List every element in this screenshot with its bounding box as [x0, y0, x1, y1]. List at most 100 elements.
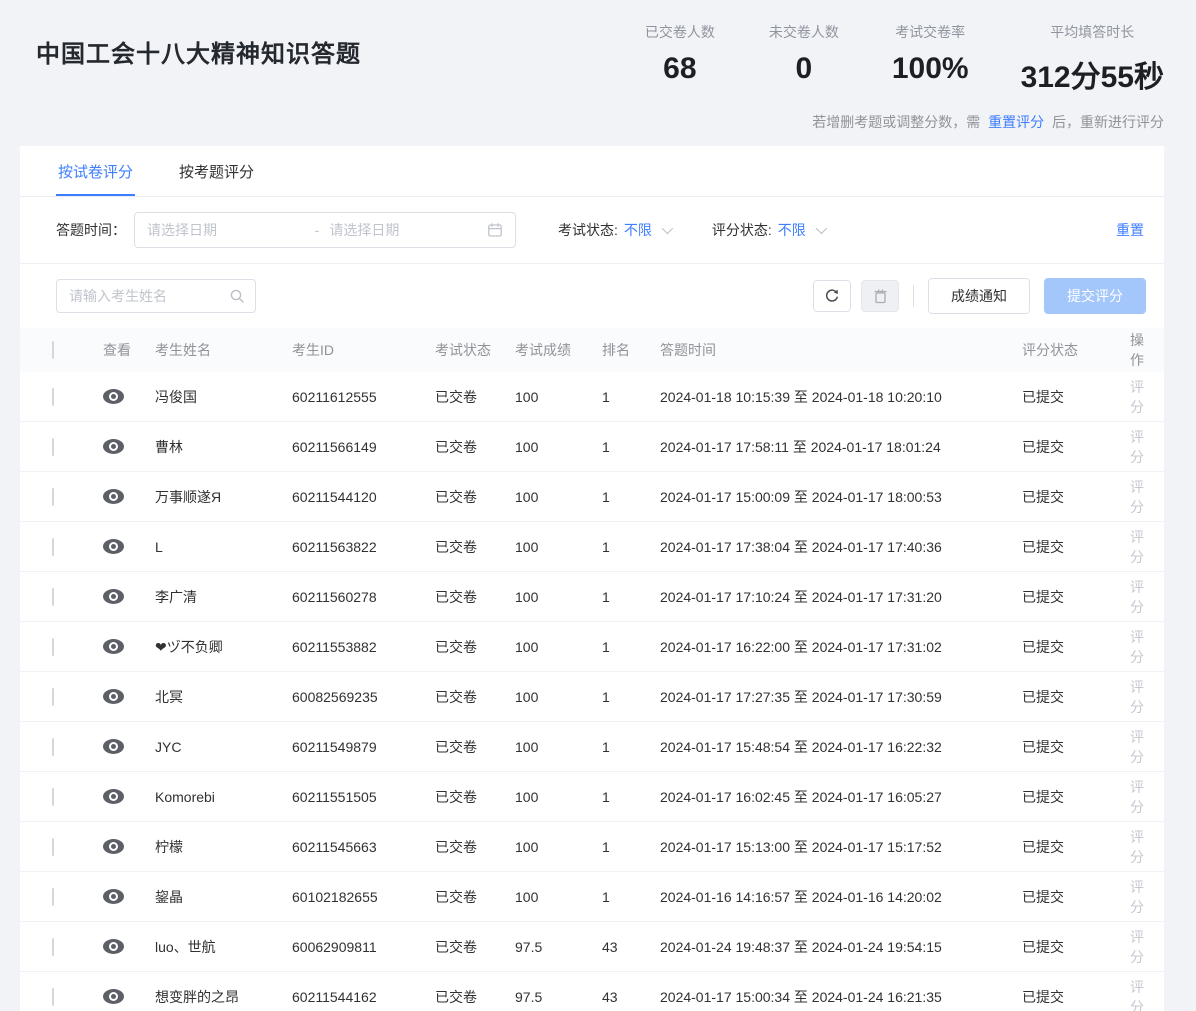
candidate-name: ❤ヅ不负卿	[155, 637, 292, 657]
exam-score: 100	[515, 439, 602, 455]
submit-grading-button[interactable]: 提交评分	[1044, 278, 1146, 314]
grade-action-link[interactable]: 评分	[1130, 779, 1144, 815]
exam-status: 已交卷	[435, 937, 515, 957]
row-checkbox[interactable]	[52, 438, 54, 456]
grade-action-link[interactable]: 评分	[1130, 629, 1144, 665]
grading-status: 已提交	[1022, 437, 1118, 457]
exam-status-select[interactable]: 考试状态: 不限	[558, 220, 670, 240]
grade-action-link[interactable]: 评分	[1130, 979, 1144, 1011]
grading-status: 已提交	[1022, 687, 1118, 707]
grading-status: 已提交	[1022, 937, 1118, 957]
grade-action-link[interactable]: 评分	[1130, 479, 1144, 515]
answer-time-label: 答题时间：	[56, 220, 126, 240]
row-checkbox[interactable]	[52, 638, 54, 656]
candidate-id: 60211545663	[292, 839, 435, 855]
score-notify-button[interactable]: 成绩通知	[928, 278, 1030, 314]
page-header: 中国工会十八大精神知识答题 已交卷人数 68 未交卷人数 0 考试交卷率 100…	[0, 0, 1196, 96]
grade-action-link[interactable]: 评分	[1130, 529, 1144, 565]
grading-status-select[interactable]: 评分状态: 不限	[712, 220, 824, 240]
view-eye-icon[interactable]	[103, 389, 124, 404]
select-all-checkbox[interactable]	[52, 341, 54, 359]
stat-label: 未交卷人数	[768, 22, 840, 42]
grade-action-link[interactable]: 评分	[1130, 429, 1144, 465]
view-eye-icon[interactable]	[103, 989, 124, 1004]
row-checkbox[interactable]	[52, 488, 54, 506]
exam-score: 100	[515, 839, 602, 855]
stat-value: 312分55秒	[1021, 52, 1164, 96]
view-eye-icon[interactable]	[103, 639, 124, 654]
chevron-down-icon	[662, 223, 673, 234]
row-checkbox[interactable]	[52, 538, 54, 556]
candidate-id: 60211544120	[292, 489, 435, 505]
row-checkbox[interactable]	[52, 588, 54, 606]
view-eye-icon[interactable]	[103, 539, 124, 554]
grade-action-link[interactable]: 评分	[1130, 929, 1144, 965]
rank: 1	[602, 439, 660, 455]
exam-status-value: 不限	[624, 220, 652, 240]
candidate-id: 60211549879	[292, 739, 435, 755]
reset-score-link[interactable]: 重置评分	[988, 114, 1044, 130]
row-checkbox[interactable]	[52, 888, 54, 906]
grade-action-link[interactable]: 评分	[1130, 379, 1144, 415]
stat-submitted: 已交卷人数 68	[644, 22, 716, 86]
col-header-name: 考生姓名	[155, 340, 292, 360]
view-eye-icon[interactable]	[103, 839, 124, 854]
search-input[interactable]	[69, 288, 229, 304]
row-checkbox[interactable]	[52, 688, 54, 706]
row-checkbox[interactable]	[52, 738, 54, 756]
answer-time: 2024-01-17 15:00:09 至 2024-01-17 18:00:5…	[660, 487, 1022, 507]
table-header-row: 查看 考生姓名 考生ID 考试状态 考试成绩 排名 答题时间 评分状态 操作	[20, 328, 1164, 372]
grading-status: 已提交	[1022, 787, 1118, 807]
delete-button[interactable]	[861, 280, 899, 312]
view-eye-icon[interactable]	[103, 789, 124, 804]
row-checkbox[interactable]	[52, 388, 54, 406]
exam-status: 已交卷	[435, 837, 515, 857]
candidate-id: 60211544162	[292, 989, 435, 1005]
view-eye-icon[interactable]	[103, 489, 124, 504]
rank: 1	[602, 739, 660, 755]
note-suffix: 后，重新进行评分	[1052, 114, 1164, 130]
view-eye-icon[interactable]	[103, 439, 124, 454]
toolbar-row: 成绩通知 提交评分	[20, 264, 1164, 328]
exam-status: 已交卷	[435, 637, 515, 657]
grade-action-link[interactable]: 评分	[1130, 579, 1144, 615]
answer-time: 2024-01-17 15:13:00 至 2024-01-17 15:17:5…	[660, 837, 1022, 857]
search-icon[interactable]	[229, 288, 245, 304]
tab-grade-by-paper[interactable]: 按试卷评分	[56, 146, 135, 196]
col-header-rank: 排名	[602, 340, 660, 360]
answer-time: 2024-01-24 19:48:37 至 2024-01-24 19:54:1…	[660, 937, 1022, 957]
exam-status-label: 考试状态:	[558, 220, 618, 240]
answer-time: 2024-01-17 15:00:34 至 2024-01-24 16:21:3…	[660, 987, 1022, 1007]
grade-action-link[interactable]: 评分	[1130, 879, 1144, 915]
candidate-id: 60211551505	[292, 789, 435, 805]
view-eye-icon[interactable]	[103, 689, 124, 704]
candidate-name: 李广清	[155, 587, 292, 607]
date-start-placeholder[interactable]: 请选择日期	[147, 220, 305, 240]
grading-status: 已提交	[1022, 487, 1118, 507]
reset-filters-link[interactable]: 重置	[1116, 220, 1144, 240]
candidate-name: 柠檬	[155, 837, 292, 857]
row-checkbox[interactable]	[52, 788, 54, 806]
row-checkbox[interactable]	[52, 988, 54, 1006]
col-header-score: 考试成绩	[515, 340, 602, 360]
view-eye-icon[interactable]	[103, 939, 124, 954]
date-range-picker[interactable]: 请选择日期 - 请选择日期	[134, 212, 516, 248]
refresh-button[interactable]	[813, 280, 851, 312]
date-end-placeholder[interactable]: 请选择日期	[329, 220, 487, 240]
view-eye-icon[interactable]	[103, 739, 124, 754]
row-checkbox[interactable]	[52, 838, 54, 856]
view-eye-icon[interactable]	[103, 889, 124, 904]
answer-time: 2024-01-18 10:15:39 至 2024-01-18 10:20:1…	[660, 387, 1022, 407]
candidate-id: 60082569235	[292, 689, 435, 705]
grade-action-link[interactable]: 评分	[1130, 829, 1144, 865]
grade-action-link[interactable]: 评分	[1130, 679, 1144, 715]
view-eye-icon[interactable]	[103, 589, 124, 604]
grade-action-link[interactable]: 评分	[1130, 729, 1144, 765]
row-checkbox[interactable]	[52, 938, 54, 956]
tab-grade-by-question[interactable]: 按考题评分	[177, 146, 256, 196]
grading-status: 已提交	[1022, 537, 1118, 557]
candidate-id: 60211553882	[292, 639, 435, 655]
answer-time: 2024-01-17 17:27:35 至 2024-01-17 17:30:5…	[660, 687, 1022, 707]
search-box[interactable]	[56, 279, 256, 313]
exam-status: 已交卷	[435, 687, 515, 707]
